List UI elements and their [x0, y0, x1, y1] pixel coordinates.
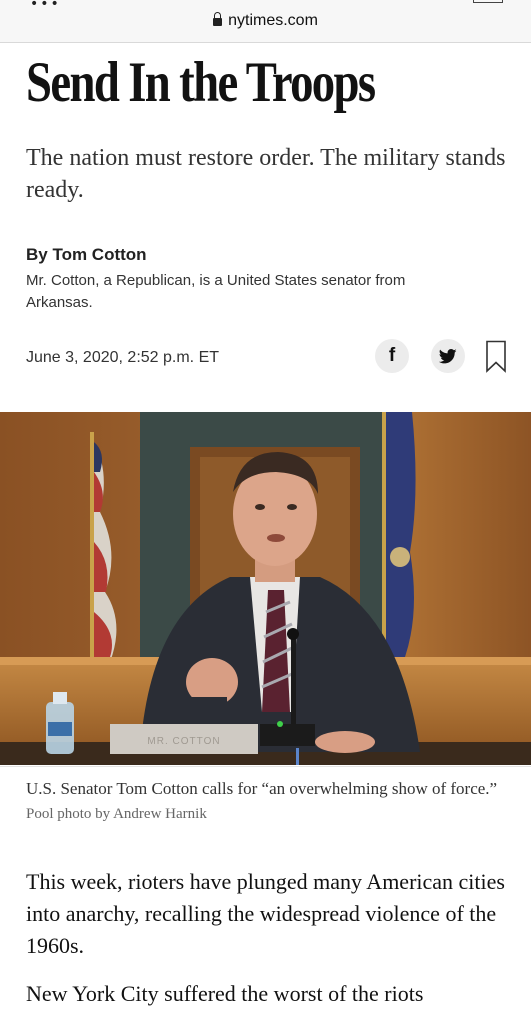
facebook-icon: f [388, 345, 396, 366]
photo-divider [0, 766, 531, 767]
url-display[interactable]: nytimes.com [0, 12, 531, 30]
article-summary: The nation must restore order. The milit… [26, 145, 506, 203]
url-text: nytimes.com [228, 12, 318, 29]
facebook-share-button[interactable]: f [375, 339, 409, 373]
photo-caption: U.S. Senator Tom Cotton calls for “an ov… [26, 777, 506, 826]
browser-address-bar[interactable]: ••• nytimes.com [0, 0, 531, 43]
photo-credit: Pool photo by Andrew Harnik [26, 806, 207, 822]
nameplate-text: MR. COTTON [147, 736, 220, 747]
lock-icon [213, 12, 223, 26]
article-photo: MR. COTTON [0, 412, 531, 765]
bookmark-icon[interactable] [485, 340, 507, 373]
author-bio: Mr. Cotton, a Republican, is a United St… [26, 272, 406, 311]
twitter-share-button[interactable] [431, 339, 465, 373]
byline[interactable]: By Tom Cotton [26, 245, 147, 265]
body-paragraph: New York City suffered the worst of the … [26, 981, 424, 1006]
body-paragraph: This week, rioters have plunged many Ame… [26, 869, 505, 958]
article-headline: Send In the Troops [26, 51, 376, 114]
publish-date: June 3, 2020, 2:52 p.m. ET [26, 349, 220, 366]
status-bar-signal: ••• [30, 0, 61, 12]
caption-text: U.S. Senator Tom Cotton calls for “an ov… [26, 779, 498, 798]
status-bar-battery [473, 0, 503, 3]
twitter-icon [439, 348, 457, 363]
